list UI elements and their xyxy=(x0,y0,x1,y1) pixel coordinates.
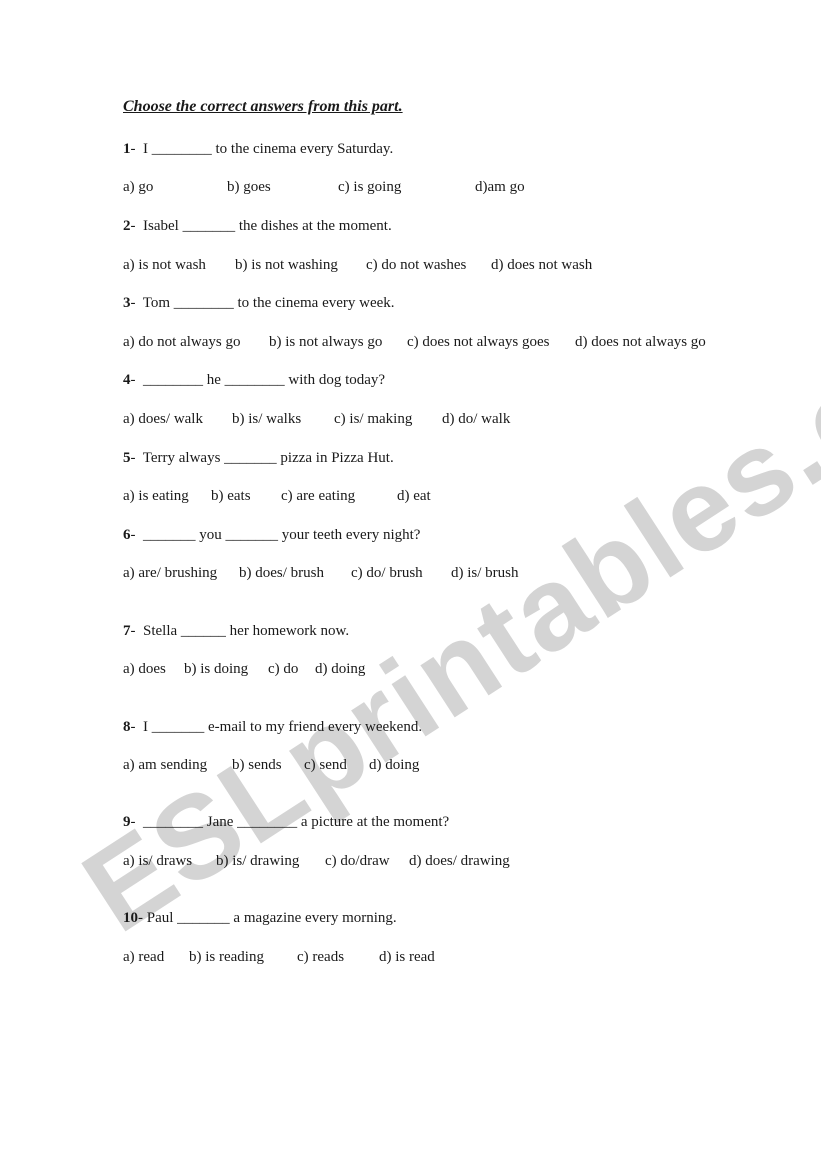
option-d: d) is read xyxy=(379,949,435,965)
question-text: I _______ e-mail to my friend every week… xyxy=(143,719,423,735)
watermark: ESLprintables.com xyxy=(61,246,821,958)
option-b: b) is/ drawing xyxy=(216,853,300,869)
options-4: a) does/ walk b) is/ walks c) is/ making d)… xyxy=(123,411,510,428)
option-a: a) does/ walk xyxy=(123,411,203,427)
question-text: Stella ______ her homework now. xyxy=(143,623,350,639)
question-2: 2- Isabel _______ the dishes at the mome… xyxy=(123,218,392,234)
option-b: b) is reading xyxy=(189,949,264,965)
question-number: 6 xyxy=(123,527,131,543)
option-c: c) is going xyxy=(338,179,402,195)
option-d: d) eat xyxy=(397,488,431,504)
options-2: a) is not wash b) is not washing c) do not… xyxy=(123,257,592,274)
question-text: ________ he ________ with dog today? xyxy=(143,372,386,388)
option-a: a) do not always go xyxy=(123,334,241,350)
options-10: a) read b) is reading c) reads d) is read xyxy=(123,949,435,966)
option-a: a) read xyxy=(123,949,165,965)
option-d: d) doing xyxy=(315,661,366,677)
question-7: 7- Stella ______ her homework now. xyxy=(123,623,350,639)
options-6: a) are/ brushing b) does/ brush c) do/ bru… xyxy=(123,565,519,582)
options-1: a) go b) goes c) is going d)am go xyxy=(123,179,525,196)
options-7: a) does b) is doing c) do d) doing xyxy=(123,661,365,678)
option-b: b) sends xyxy=(232,757,282,773)
option-c: c) do xyxy=(268,661,299,677)
question-10: 10- Paul _______ a magazine every mornin… xyxy=(123,910,397,926)
option-d: d)am go xyxy=(475,179,525,195)
option-d: d) doing xyxy=(369,757,420,773)
option-c: c) reads xyxy=(297,949,345,965)
option-c: c) do/draw xyxy=(325,853,390,869)
option-a: a) am sending xyxy=(123,757,208,773)
question-text: Isabel _______ the dishes at the moment. xyxy=(143,218,392,234)
option-c: c) is/ making xyxy=(334,411,413,427)
question-number: 1 xyxy=(123,141,131,157)
option-d: d) does not wash xyxy=(491,257,593,273)
instructions-title: Choose the correct answers from this par… xyxy=(123,98,403,115)
question-number: 8 xyxy=(123,719,131,735)
option-a: a) are/ brushing xyxy=(123,565,218,581)
options-9: a) is/ draws b) is/ drawing c) do/draw d) d… xyxy=(123,853,510,870)
option-b: b) goes xyxy=(227,179,271,195)
option-a: a) is/ draws xyxy=(123,853,193,869)
option-a: a) go xyxy=(123,179,154,195)
option-b: b) does/ brush xyxy=(239,565,324,581)
question-5: 5- Terry always _______ pizza in Pizza H… xyxy=(123,450,394,466)
question-text: I ________ to the cinema every Saturday. xyxy=(143,141,394,157)
question-9: 9- ________ Jane ________ a picture at t… xyxy=(123,814,450,830)
question-number: 3 xyxy=(123,295,131,311)
option-c: c) are eating xyxy=(281,488,356,504)
question-3: 3- Tom ________ to the cinema every week… xyxy=(123,295,395,311)
option-a: a) is not wash xyxy=(123,257,206,273)
options-5: a) is eating b) eats c) are eating d) eat xyxy=(123,488,431,505)
question-text: ________ Jane ________ a picture at the … xyxy=(143,814,450,830)
option-d: d) do/ walk xyxy=(442,411,511,427)
option-d: d) does/ drawing xyxy=(409,853,510,869)
question-text: Paul _______ a magazine every morning. xyxy=(146,910,397,926)
option-d: d) does not always go xyxy=(575,334,706,350)
question-4: 4- ________ he ________ with dog today? xyxy=(123,372,386,388)
question-text: _______ you _______ your teeth every nig… xyxy=(143,527,421,543)
option-b: b) is not washing xyxy=(235,257,338,273)
option-b: b) is/ walks xyxy=(232,411,302,427)
option-d: d) is/ brush xyxy=(451,565,519,581)
option-a: a) is eating xyxy=(123,488,189,504)
options-8: a) am sending b) sends c) send d) doing xyxy=(123,757,419,774)
question-number: 9 xyxy=(123,814,131,830)
question-1: 1- I ________ to the cinema every Saturd… xyxy=(123,141,394,157)
option-c: c) do/ brush xyxy=(351,565,423,581)
question-number: 10 xyxy=(123,910,138,926)
question-number: 5 xyxy=(123,450,131,466)
question-text: Terry always _______ pizza in Pizza Hut. xyxy=(142,450,394,466)
option-a: a) does xyxy=(123,661,166,677)
option-b: b) is doing xyxy=(184,661,249,677)
option-b: b) eats xyxy=(211,488,251,504)
question-number: 2 xyxy=(123,218,131,234)
options-3: a) do not always go b) is not always go c)… xyxy=(123,334,706,351)
question-6: 6- _______ you _______ your teeth every … xyxy=(123,527,421,543)
question-8: 8- I _______ e-mail to my friend every w… xyxy=(123,719,423,735)
question-number: 4 xyxy=(123,372,131,388)
question-text: Tom ________ to the cinema every week. xyxy=(142,295,395,311)
option-c: c) send xyxy=(304,757,347,773)
option-c: c) does not always goes xyxy=(407,334,550,350)
option-c: c) do not washes xyxy=(366,257,467,273)
question-number: 7 xyxy=(123,623,131,639)
option-b: b) is not always go xyxy=(269,334,383,350)
